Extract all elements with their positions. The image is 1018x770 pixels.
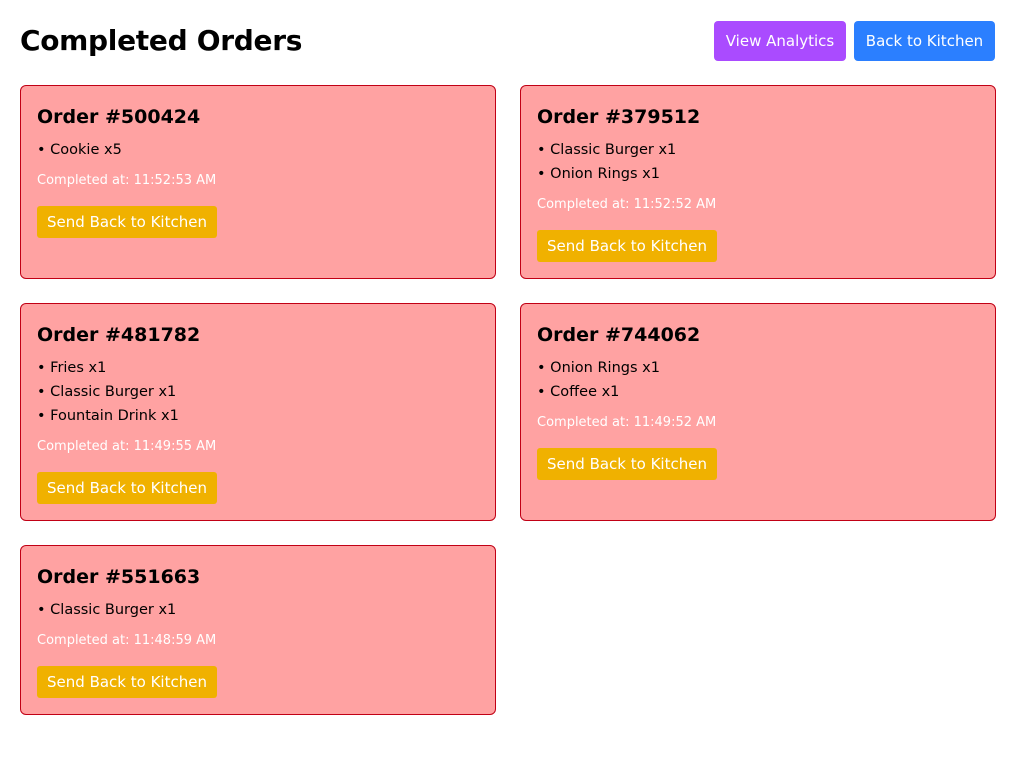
page-header: Completed Orders View Analytics Back to …: [20, 20, 995, 62]
completed-time: Completed at: 11:48:59 AM: [37, 633, 217, 648]
order-title: Order #500424: [37, 106, 201, 128]
order-card: Order #481782 • Fries x1 • Classic Burge…: [20, 303, 496, 521]
order-card: Order #744062 • Onion Rings x1 • Coffee …: [520, 303, 996, 521]
order-item: • Cookie x5: [37, 142, 122, 158]
completed-time: Completed at: 11:49:55 AM: [37, 439, 217, 454]
page-title: Completed Orders: [20, 24, 303, 57]
order-item: • Classic Burger x1: [37, 384, 177, 400]
order-item: • Coffee x1: [537, 384, 620, 400]
order-item: • Onion Rings x1: [537, 166, 660, 182]
back-to-kitchen-button[interactable]: Back to Kitchen: [854, 21, 995, 61]
order-card: Order #379512 • Classic Burger x1 • Onio…: [520, 85, 996, 279]
order-title: Order #379512: [537, 106, 701, 128]
order-title: Order #481782: [37, 324, 201, 346]
order-item: • Fountain Drink x1: [37, 408, 179, 424]
order-item: • Onion Rings x1: [537, 360, 660, 376]
send-back-to-kitchen-button[interactable]: Send Back to Kitchen: [537, 230, 717, 262]
send-back-to-kitchen-button[interactable]: Send Back to Kitchen: [37, 206, 217, 238]
order-title: Order #744062: [537, 324, 701, 346]
order-item: • Fries x1: [37, 360, 107, 376]
order-card: Order #500424 • Cookie x5 Completed at: …: [20, 85, 496, 279]
order-item: • Classic Burger x1: [37, 602, 177, 618]
completed-time: Completed at: 11:52:53 AM: [37, 173, 217, 188]
view-analytics-button[interactable]: View Analytics: [714, 21, 846, 61]
send-back-to-kitchen-button[interactable]: Send Back to Kitchen: [37, 666, 217, 698]
send-back-to-kitchen-button[interactable]: Send Back to Kitchen: [537, 448, 717, 480]
order-title: Order #551663: [37, 566, 201, 588]
order-item: • Classic Burger x1: [537, 142, 677, 158]
order-card: Order #551663 • Classic Burger x1 Comple…: [20, 545, 496, 715]
completed-time: Completed at: 11:49:52 AM: [537, 415, 717, 430]
completed-time: Completed at: 11:52:52 AM: [537, 197, 717, 212]
send-back-to-kitchen-button[interactable]: Send Back to Kitchen: [37, 472, 217, 504]
